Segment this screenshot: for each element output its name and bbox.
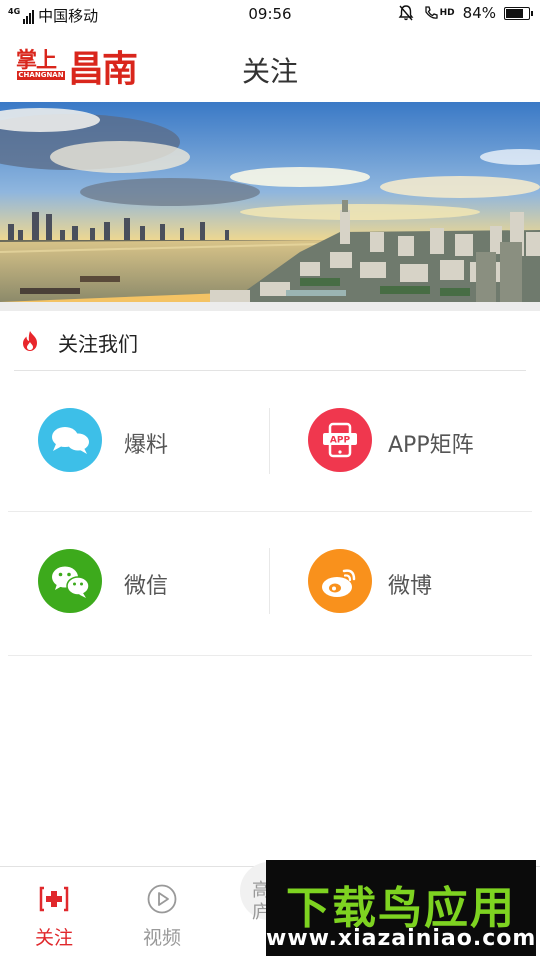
grid-item-label: 微信 <box>124 574 169 599</box>
banner-separator <box>0 302 540 311</box>
grid-row-divider <box>8 655 532 656</box>
follow-icon <box>39 886 69 912</box>
battery-percent: 84% <box>462 4 496 22</box>
grid-item-baoliao[interactable]: 爆料 <box>0 371 270 511</box>
watermark-overlay: 下载鸟应用 www.xiazainiao.com <box>266 860 536 956</box>
wechat-icon <box>38 549 102 613</box>
play-icon <box>147 884 177 914</box>
grid-item-label: APP矩阵 <box>388 433 474 458</box>
grid-item-app-matrix[interactable]: APP APP矩阵 <box>270 371 540 511</box>
section-header: 关注我们 <box>0 311 540 370</box>
tab-label: 视频 <box>142 927 181 949</box>
page-title: 关注 <box>241 55 298 88</box>
grid-item-label: 微博 <box>388 574 433 599</box>
status-right: HD 84% <box>397 4 533 22</box>
hd-badge: HD <box>439 8 455 18</box>
tab-label: 关注 <box>34 927 73 949</box>
section-title: 关注我们 <box>58 332 138 356</box>
grid-item-weibo[interactable]: 微博 <box>270 512 540 652</box>
app-header: 掌上 CHANGNAN 昌南 关注 <box>0 30 540 102</box>
phone-hd-icon <box>424 6 438 19</box>
app-matrix-icon: APP <box>308 408 372 472</box>
svg-text:APP: APP <box>330 436 351 446</box>
battery-level-fill <box>506 8 523 18</box>
flame-icon <box>23 331 37 351</box>
grid-item-wechat[interactable]: 微信 <box>0 512 270 652</box>
tab-follow[interactable]: 关注 <box>14 867 94 961</box>
banner-image[interactable] <box>0 102 540 302</box>
weibo-icon <box>308 549 372 613</box>
mute-bell-icon <box>398 5 414 21</box>
chat-bubbles-icon <box>38 408 102 472</box>
grid-item-label: 爆料 <box>124 433 169 458</box>
battery-icon <box>504 6 533 20</box>
city-skyline-image <box>0 102 540 302</box>
status-bar: 4G 中国移动 09:56 HD 84% <box>0 0 540 30</box>
tab-video[interactable]: 视频 <box>122 867 202 961</box>
watermark-url: www.xiazainiao.com <box>266 926 537 951</box>
